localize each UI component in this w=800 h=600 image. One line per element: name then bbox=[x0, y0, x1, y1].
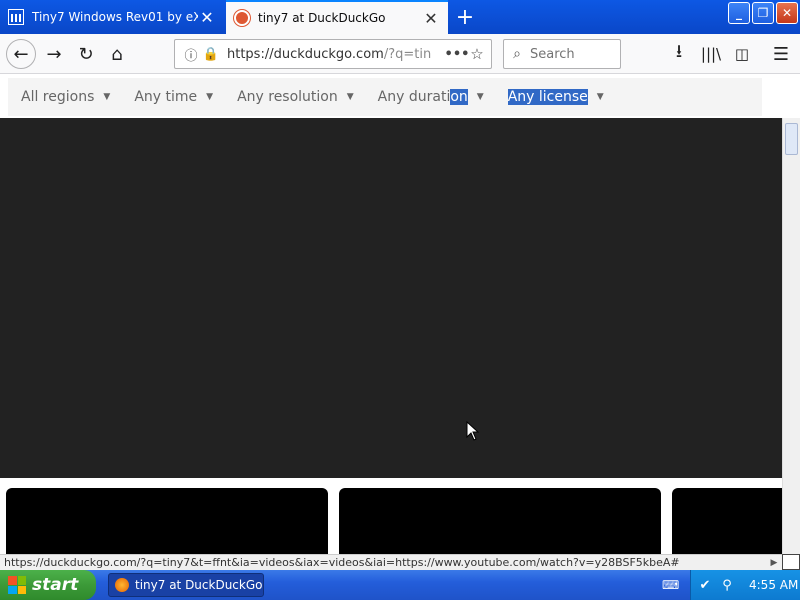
sidebar-button[interactable]: ◫ bbox=[728, 40, 756, 68]
tab-title: Tiny7 Windows Rev01 by eXPerience bbox=[32, 10, 198, 24]
video-thumbnail[interactable] bbox=[339, 488, 661, 554]
start-button[interactable]: start bbox=[0, 570, 96, 600]
download-icon: ⭳ bbox=[675, 41, 683, 62]
home-icon: ⌂ bbox=[111, 43, 123, 65]
taskbar: start tiny7 at DuckDuckGo ... ⌨ ✔ ⚲ 4:55… bbox=[0, 570, 800, 600]
url-text[interactable]: https://duckduckgo.com/?q=tin bbox=[227, 47, 447, 62]
back-button[interactable]: ← bbox=[6, 39, 36, 69]
status-bar: https://duckduckgo.com/?q=tiny7&t=ffnt&i… bbox=[0, 554, 782, 570]
search-bar[interactable]: ⌕ Search bbox=[503, 39, 621, 69]
tab-duckduckgo[interactable]: tiny7 at DuckDuckGo ✕ bbox=[226, 0, 448, 34]
lock-icon[interactable]: 🔒 bbox=[201, 44, 221, 64]
scrollbar-thumb[interactable] bbox=[785, 123, 798, 155]
page-actions-icon[interactable]: ••• bbox=[445, 44, 470, 64]
keyboard-icon[interactable]: ⌨ bbox=[662, 578, 679, 592]
filter-label: Any durati bbox=[377, 89, 451, 105]
museum-icon bbox=[8, 9, 24, 25]
caret-down-icon: ▼ bbox=[206, 92, 214, 102]
video-filter-bar: All regions ▼ Any time ▼ Any resolution … bbox=[8, 78, 762, 116]
search-icon: ⌕ bbox=[513, 46, 521, 62]
filter-region[interactable]: All regions ▼ bbox=[21, 89, 110, 105]
filter-duration[interactable]: Any durati on ▼ bbox=[378, 89, 484, 105]
search-placeholder: Search bbox=[530, 46, 575, 62]
caret-down-icon: ▼ bbox=[596, 92, 604, 102]
forward-button[interactable]: → bbox=[40, 40, 68, 68]
maximize-button[interactable]: ❐ bbox=[752, 2, 774, 24]
vertical-scrollbar[interactable] bbox=[782, 118, 800, 554]
search-tray-icon[interactable]: ⚲ bbox=[719, 577, 735, 593]
firefox-icon bbox=[115, 578, 129, 592]
caret-down-icon: ▼ bbox=[346, 92, 354, 102]
scrollbar-corner bbox=[782, 554, 800, 570]
caret-down-icon: ▼ bbox=[476, 92, 484, 102]
tab-bar: Tiny7 Windows Rev01 by eXPerience ✕ tiny… bbox=[0, 0, 800, 34]
reload-icon: ↻ bbox=[78, 43, 94, 65]
home-button[interactable]: ⌂ bbox=[103, 40, 131, 68]
reload-button[interactable]: ↻ bbox=[72, 40, 100, 68]
filter-label: Any license bbox=[507, 89, 588, 105]
bookmark-star-icon[interactable]: ☆ bbox=[467, 44, 487, 64]
windows-logo-icon bbox=[8, 576, 26, 594]
close-tab-icon[interactable]: ✕ bbox=[422, 9, 440, 28]
filter-label: Any resolution bbox=[237, 89, 338, 105]
status-url: https://duckduckgo.com/?q=tiny7&t=ffnt&i… bbox=[4, 556, 680, 569]
network-icon[interactable]: ✔ bbox=[697, 577, 713, 593]
forward-arrow-icon: → bbox=[46, 43, 62, 65]
close-window-button[interactable]: ✕ bbox=[776, 2, 798, 24]
clock[interactable]: 4:55 AM bbox=[749, 578, 798, 592]
mouse-cursor-icon bbox=[466, 421, 480, 441]
back-arrow-icon: ← bbox=[13, 43, 29, 65]
scroll-right-icon[interactable]: ▶ bbox=[768, 556, 780, 569]
tab-title: tiny7 at DuckDuckGo bbox=[258, 11, 386, 25]
video-thumbnail[interactable] bbox=[672, 488, 782, 554]
library-button[interactable]: |||\ bbox=[697, 40, 725, 68]
system-tray: ✔ ⚲ 4:55 AM bbox=[690, 570, 800, 600]
taskbar-item-firefox[interactable]: tiny7 at DuckDuckGo ... bbox=[108, 573, 264, 597]
url-bar[interactable]: ⓘ 🔒 https://duckduckgo.com/?q=tin ••• ☆ bbox=[174, 39, 492, 69]
downloads-button[interactable]: ⭳ bbox=[665, 40, 693, 68]
window-controls: _ ❐ ✕ bbox=[728, 2, 798, 24]
video-thumbnail[interactable] bbox=[6, 488, 328, 554]
filter-label: Any time bbox=[134, 89, 198, 105]
video-results-strip bbox=[0, 478, 782, 554]
minimize-button[interactable]: _ bbox=[728, 2, 750, 24]
url-domain: https://duckduckgo.com bbox=[227, 46, 384, 62]
menu-button[interactable]: ☰ bbox=[767, 40, 795, 68]
start-label: start bbox=[32, 575, 79, 595]
hamburger-menu-icon: ☰ bbox=[772, 43, 790, 65]
video-player[interactable] bbox=[0, 118, 782, 478]
url-path: /?q=tin bbox=[383, 46, 432, 62]
filter-resolution[interactable]: Any resolution ▼ bbox=[237, 89, 354, 105]
filter-time[interactable]: Any time ▼ bbox=[134, 89, 213, 105]
filter-label: All regions bbox=[21, 89, 95, 105]
task-label: tiny7 at DuckDuckGo ... bbox=[135, 578, 264, 592]
sidebar-icon: ◫ bbox=[734, 45, 750, 63]
selected-text: on bbox=[450, 89, 468, 105]
navigation-toolbar: ← → ↻ ⌂ ⓘ 🔒 https://duckduckgo.com/?q=ti… bbox=[0, 34, 800, 74]
filter-license[interactable]: Any license ▼ bbox=[507, 89, 604, 105]
caret-down-icon: ▼ bbox=[103, 92, 111, 102]
close-tab-icon[interactable]: ✕ bbox=[198, 8, 216, 27]
tab-tiny7-windows[interactable]: Tiny7 Windows Rev01 by eXPerience ✕ bbox=[0, 0, 224, 34]
info-icon[interactable]: ⓘ bbox=[181, 44, 201, 64]
library-icon: |||\ bbox=[700, 45, 722, 63]
screen: Tiny7 Windows Rev01 by eXPerience ✕ tiny… bbox=[0, 0, 800, 600]
new-tab-button[interactable]: + bbox=[452, 4, 478, 30]
duckduckgo-icon bbox=[234, 10, 250, 26]
